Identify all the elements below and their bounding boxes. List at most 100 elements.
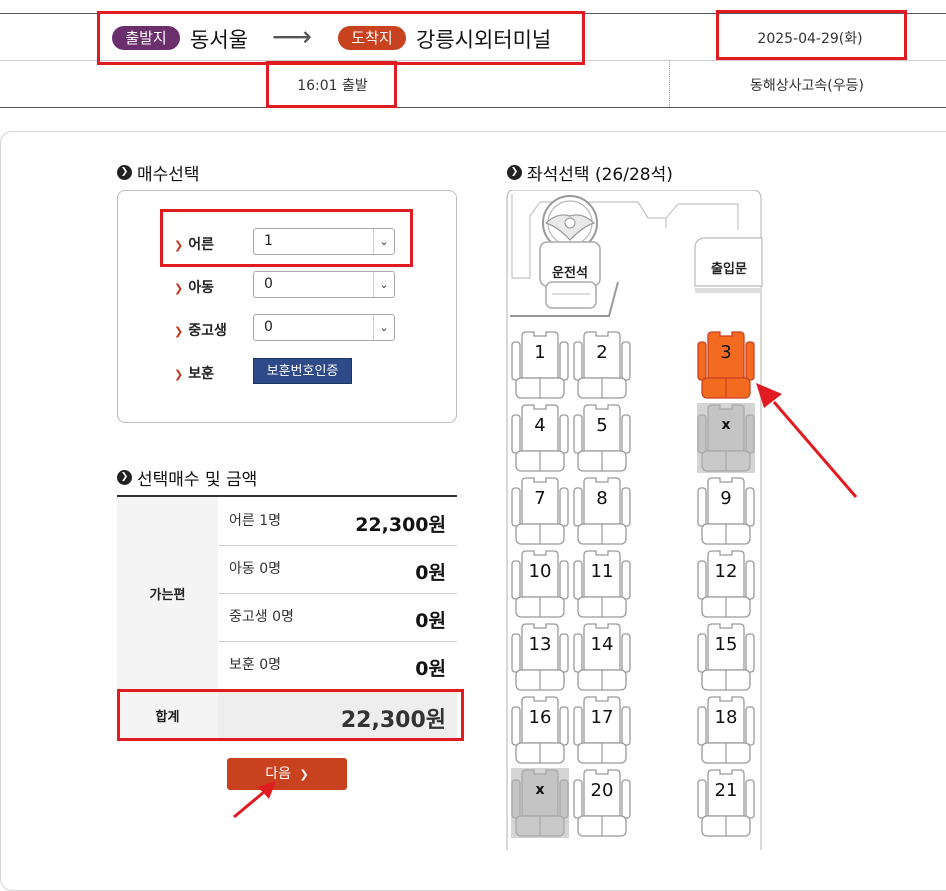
seat-11-available[interactable]: 11 [572, 549, 632, 619]
seat-number: x [721, 417, 731, 433]
fare-row-amount: 0원 [415, 610, 446, 632]
seat-icon [573, 623, 631, 691]
seat-number: 10 [528, 561, 552, 582]
seat-icon [697, 769, 755, 837]
seat-icon [573, 331, 631, 399]
seat-2-available[interactable]: 2 [572, 330, 632, 400]
seat-map-title: ❯ 좌석선택 (26/28석) [507, 160, 673, 185]
seat-4-available[interactable]: 4 [510, 403, 570, 473]
seat-icon [697, 696, 755, 764]
seat-icon [697, 477, 755, 545]
chevron-right-icon: ❯ [174, 282, 184, 295]
bus-company-grade: 동해상사고속(우등) [750, 78, 864, 94]
departure-terminal: 동서울 [190, 28, 248, 52]
seat-14-available[interactable]: 14 [572, 622, 632, 692]
seat-icon [697, 550, 755, 618]
seat-icon [573, 404, 631, 472]
header-mid-border [0, 60, 946, 61]
fare-row-label: 아동 0명 [229, 561, 281, 577]
seat-icon [511, 696, 569, 764]
veteran-label: ❯ 보훈 [174, 366, 214, 382]
seat-x-sold: x [510, 768, 570, 838]
seat-13-available[interactable]: 13 [510, 622, 570, 692]
seat-icon [573, 769, 631, 837]
seat-icon [573, 477, 631, 545]
seat-number: 17 [590, 707, 614, 728]
seat-3-selected[interactable]: 3 [696, 330, 756, 400]
seat-18-available[interactable]: 18 [696, 695, 756, 765]
arrival-terminal: 강릉시외터미널 [416, 28, 552, 52]
chevron-down-icon: ⌄ [373, 229, 394, 254]
route-arrow-icon: ⟶ [272, 20, 313, 53]
seat-number: 8 [596, 488, 608, 509]
seat-12-available[interactable]: 12 [696, 549, 756, 619]
fare-row-divider [219, 593, 457, 594]
seat-7-available[interactable]: 7 [510, 476, 570, 546]
next-button-label: 다음 [265, 766, 292, 782]
seat-number: 2 [596, 342, 608, 363]
seat-icon [573, 550, 631, 618]
seat-icon [511, 623, 569, 691]
chevron-down-icon: ⌄ [373, 315, 394, 340]
door-label: 출입문 [711, 262, 747, 277]
header-bottom-border [0, 107, 946, 108]
arrival-badge: 도착지 [338, 26, 406, 50]
driver-seat-label: 운전석 [552, 266, 588, 281]
fare-title: ❯ 선택매수 및 금액 [117, 465, 257, 490]
seat-icon [511, 477, 569, 545]
seat-17-available[interactable]: 17 [572, 695, 632, 765]
seat-number: 14 [590, 634, 614, 655]
seat-number: 20 [590, 780, 614, 801]
header-top-border [0, 13, 946, 14]
seat-10-available[interactable]: 10 [510, 549, 570, 619]
fare-row-amount: 0원 [415, 562, 446, 584]
seat-number: 18 [714, 707, 738, 728]
seat-map-title-text: 좌석선택 (26/28석) [527, 165, 673, 185]
seat-icon [697, 403, 755, 473]
circle-arrow-icon: ❯ [117, 470, 132, 485]
seat-number: 13 [528, 634, 552, 655]
adult-count-select[interactable]: 1 ⌄ [253, 228, 395, 255]
seat-icon [511, 550, 569, 618]
fare-row-amount: 22,300원 [355, 514, 446, 536]
fare-row-label: 중고생 0명 [229, 609, 294, 625]
veteran-auth-button[interactable]: 보훈번호인증 [253, 358, 352, 384]
seat-icon [511, 404, 569, 472]
child-label: ❯ 아동 [174, 280, 214, 296]
seat-icon [573, 696, 631, 764]
next-button[interactable]: 다음 ❯ [227, 758, 347, 790]
fare-row-divider [219, 545, 457, 546]
departure-badge: 출발지 [112, 26, 180, 50]
student-count-select[interactable]: 0 ⌄ [253, 314, 395, 341]
header-divider [669, 60, 670, 107]
seat-15-available[interactable]: 15 [696, 622, 756, 692]
seat-5-available[interactable]: 5 [572, 403, 632, 473]
seat-number: 5 [596, 415, 608, 436]
seat-number: 11 [590, 561, 614, 582]
seat-20-available[interactable]: 20 [572, 768, 632, 838]
departure-time: 16:01 출발 [297, 78, 368, 94]
seat-9-available[interactable]: 9 [696, 476, 756, 546]
seat-number: 15 [714, 634, 738, 655]
chevron-down-icon: ⌄ [373, 272, 394, 297]
seat-number: 9 [720, 488, 732, 509]
seat-icon [697, 331, 755, 399]
fare-title-text: 선택매수 및 금액 [137, 470, 258, 490]
seat-icon [511, 768, 569, 838]
chevron-right-icon: ❯ [174, 325, 184, 338]
seat-number: 12 [714, 561, 738, 582]
seat-number: 21 [714, 780, 738, 801]
seat-number: 7 [534, 488, 546, 509]
seat-1-available[interactable]: 1 [510, 330, 570, 400]
ticket-count-title-text: 매수선택 [137, 165, 200, 185]
seat-8-available[interactable]: 8 [572, 476, 632, 546]
seat-16-available[interactable]: 16 [510, 695, 570, 765]
chevron-right-icon: ❯ [174, 239, 184, 252]
fare-row-divider [219, 641, 457, 642]
child-count-select[interactable]: 0 ⌄ [253, 271, 395, 298]
seat-21-available[interactable]: 21 [696, 768, 756, 838]
adult-label: ❯ 어른 [174, 237, 214, 253]
student-label: ❯ 중고생 [174, 323, 227, 339]
circle-arrow-icon: ❯ [117, 165, 132, 180]
seat-x-sold: x [696, 403, 756, 473]
